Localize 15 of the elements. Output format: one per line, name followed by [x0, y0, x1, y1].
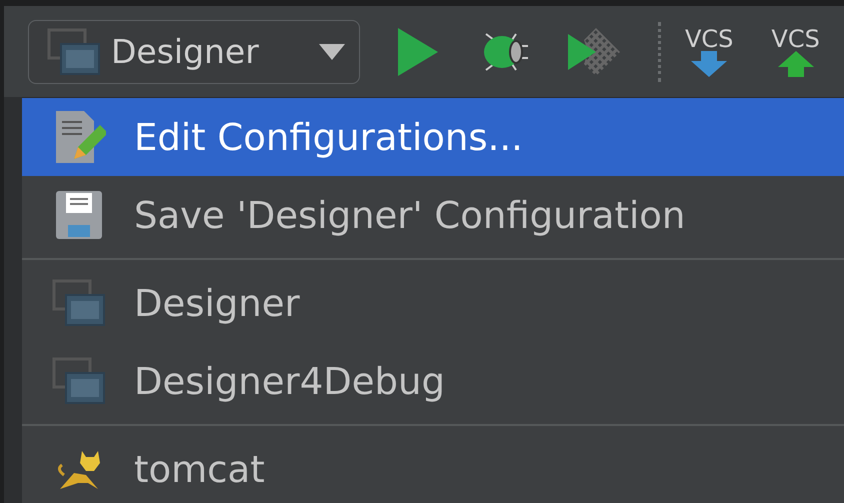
window-icon	[52, 279, 106, 327]
arrow-up-icon	[776, 50, 816, 76]
vcs-commit-button[interactable]: VCS	[771, 26, 820, 76]
menu-item[interactable]: tomcat	[22, 430, 844, 503]
menu-item[interactable]: Save 'Designer' Configuration	[22, 176, 844, 254]
vcs-update-button[interactable]: VCS	[685, 26, 734, 76]
run-coverage-icon[interactable]	[566, 26, 622, 78]
arrow-down-icon	[689, 50, 730, 76]
window-icon	[52, 357, 106, 405]
caret-icon	[319, 44, 345, 60]
run-configuration-dropdown[interactable]: Designer	[28, 20, 360, 84]
window-icon	[47, 28, 101, 76]
menu-item[interactable]: Edit Configurations...	[22, 98, 844, 176]
menu-item[interactable]: Designer4Debug	[22, 342, 844, 420]
menu-item[interactable]: Designer	[22, 264, 844, 342]
